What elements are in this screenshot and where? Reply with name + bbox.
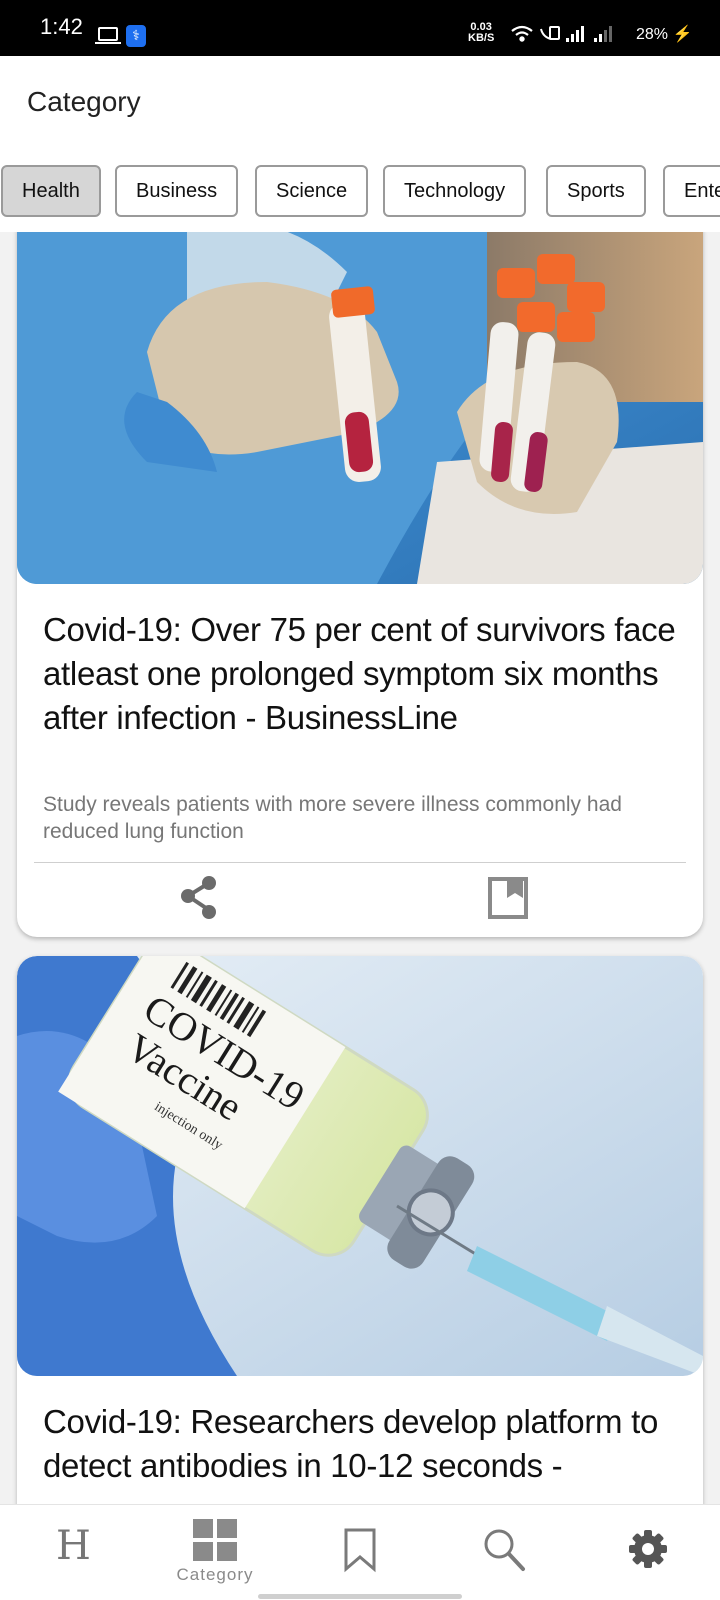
chip-science[interactable]: Science xyxy=(255,165,369,217)
signal-icon xyxy=(594,26,612,42)
nav-category[interactable]: Category xyxy=(165,1505,265,1600)
article-description: Study reveals patients with more severe … xyxy=(43,793,622,843)
article-image[interactable] xyxy=(17,232,703,584)
bookmark-icon xyxy=(344,1528,376,1573)
article-image[interactable]: COVID-19 Vaccine injection only xyxy=(17,956,703,1376)
usb-icon: ⚕ xyxy=(126,25,146,47)
app-screen: 1:42 ⚕ 0.03 KB/S 28% ⚡ Category Health B… xyxy=(0,0,720,1600)
battery-indicator: 28% ⚡ xyxy=(636,24,692,44)
wifi-icon xyxy=(511,25,533,42)
status-time: 1:42 xyxy=(40,14,83,39)
nav-bookmarks[interactable] xyxy=(310,1505,410,1600)
share-button[interactable] xyxy=(177,874,221,922)
news-feed[interactable]: Covid-19: Over 75 per cent of survivors … xyxy=(0,232,720,1504)
nav-search[interactable] xyxy=(452,1505,552,1600)
nav-headlines[interactable]: H xyxy=(22,1505,122,1600)
search-icon xyxy=(484,1529,525,1571)
headlines-icon: H xyxy=(56,1523,91,1569)
chip-health[interactable]: Health xyxy=(1,165,101,217)
charging-icon: ⚡ xyxy=(668,26,693,43)
page-title: Category xyxy=(27,86,141,117)
home-indicator[interactable] xyxy=(258,1594,462,1599)
chip-business[interactable]: Business xyxy=(115,165,239,217)
chip-technology[interactable]: Technology xyxy=(383,165,527,217)
signal-icon xyxy=(566,26,584,42)
nav-category-label: Category xyxy=(176,1565,254,1584)
article-title[interactable]: Covid-19: Researchers develop platform t… xyxy=(43,1400,683,1488)
status-bar: 1:42 ⚕ 0.03 KB/S 28% ⚡ xyxy=(0,0,720,56)
network-speed: 0.03 KB/S xyxy=(468,22,494,44)
article-title[interactable]: Covid-19: Over 75 per cent of survivors … xyxy=(43,608,683,740)
connectivity-icons xyxy=(511,25,612,42)
laptop-icon xyxy=(95,27,121,44)
chip-entertainment[interactable]: Entertainment xyxy=(663,165,720,217)
battery-percent: 28% xyxy=(636,26,669,43)
bookmark-button[interactable] xyxy=(487,876,531,922)
card-divider xyxy=(34,862,686,863)
bottom-navigation: H Category xyxy=(0,1504,720,1600)
gear-icon xyxy=(629,1530,667,1568)
chip-sports[interactable]: Sports xyxy=(546,165,646,217)
category-chips[interactable]: Health Business Science Technology Sport… xyxy=(0,148,720,232)
article-card[interactable]: COVID-19 Vaccine injection only Covid-19… xyxy=(17,956,703,1504)
category-grid-icon xyxy=(193,1519,237,1561)
share-icon xyxy=(181,876,216,919)
article-card[interactable]: Covid-19: Over 75 per cent of survivors … xyxy=(17,232,703,937)
app-header: Category xyxy=(0,56,720,148)
nav-settings[interactable] xyxy=(598,1505,698,1600)
volte-icon xyxy=(540,26,560,40)
network-speed-unit: KB/S xyxy=(468,32,495,44)
bookmark-icon xyxy=(488,877,528,919)
